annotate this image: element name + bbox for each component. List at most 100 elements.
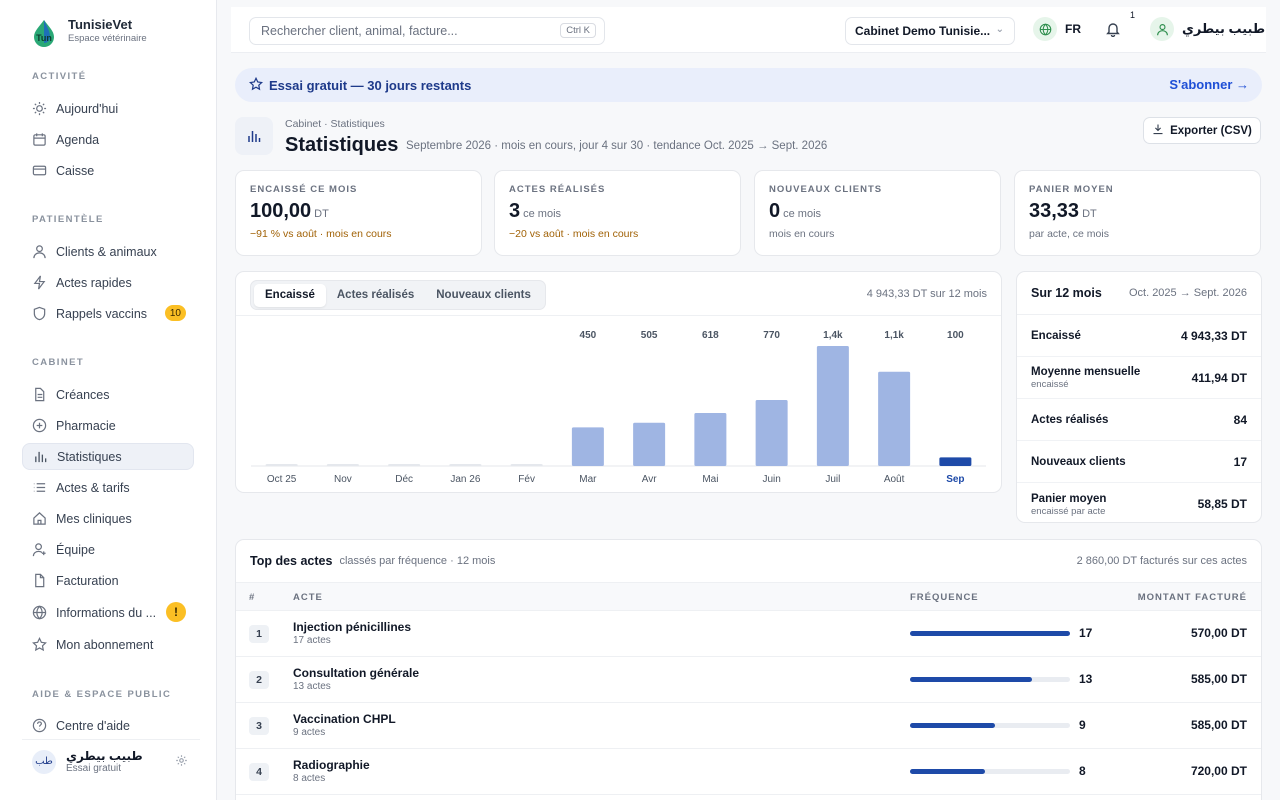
summary-range: Oct. 2025 → Sept. 2026 — [1128, 287, 1247, 299]
summary-value: 58,85 DT — [1197, 497, 1247, 511]
data-label-8: 770 — [763, 330, 780, 341]
x-tick-label-5: Mar — [579, 474, 597, 485]
gear-icon[interactable] — [175, 754, 188, 770]
frequency-fill — [910, 677, 1033, 682]
kpi-label: ACTES RÉALISÉS — [509, 184, 606, 195]
bar-7[interactable] — [694, 413, 727, 466]
frequency-fill — [910, 723, 995, 728]
sidebar-item-creances[interactable]: Créances — [22, 381, 194, 408]
frequency-bar — [910, 631, 1070, 636]
chevron-down-icon: ⌄ — [995, 24, 1004, 35]
bar-11[interactable] — [939, 457, 972, 466]
bar-3[interactable] — [449, 464, 482, 466]
clinic-select[interactable]: Cabinet Demo Tunisie... ⌄ — [845, 17, 1015, 45]
sidebar-item-label: Actes & tarifs — [56, 480, 130, 495]
table-row[interactable]: 1 Injection pénicillines 17 actes 17 570… — [236, 611, 1261, 657]
language-switch[interactable]: FR — [1033, 17, 1081, 41]
sidebar-item-actes-rapides[interactable]: Actes rapides — [22, 269, 194, 296]
sidebar-item-label: Créances — [56, 387, 110, 402]
act-count: 17 actes — [293, 635, 331, 646]
language-label: FR — [1065, 22, 1081, 36]
act-name: Radiographie — [293, 758, 370, 772]
frequency-bar — [910, 723, 1070, 728]
warning-badge: ! — [166, 602, 186, 622]
sidebar-item-equipe[interactable]: Équipe — [22, 536, 194, 563]
sidebar-item-aujourdhui[interactable]: Aujourd'hui — [22, 95, 194, 122]
sidebar-item-label: Statistiques — [57, 449, 122, 464]
export-csv-button[interactable]: Exporter (CSV) — [1143, 117, 1261, 144]
kpi-unit: ce mois — [783, 208, 822, 220]
data-label-7: 618 — [702, 330, 719, 341]
section-cabinet: CABINET — [32, 357, 85, 368]
bar-5[interactable] — [571, 427, 604, 466]
sidebar-item-facturation[interactable]: Facturation — [22, 567, 194, 594]
bar-chart: Oct 25 Nov Déc Jan 26 Fév 450 Mar 505 Avr 618 Mai 7… — [251, 330, 986, 485]
tab-actes-realises[interactable]: Actes réalisés — [326, 284, 425, 307]
sidebar-item-label: Caisse — [56, 163, 95, 178]
bar-9[interactable] — [816, 346, 849, 466]
kpi-unit: DT — [314, 208, 329, 220]
summary-row: Moyenne mensuelle encaissé 411,94 DT — [1017, 357, 1261, 399]
sidebar-user[interactable]: طب طبيب بيطري Essai gratuit — [22, 739, 200, 783]
subscribe-link[interactable]: S'abonner → — [1169, 77, 1249, 92]
bell-icon[interactable] — [1105, 21, 1121, 40]
list-icon — [30, 479, 48, 497]
row-rank: 1 — [249, 625, 269, 643]
summary-value: 4 943,33 DT — [1180, 328, 1247, 343]
chart-total: 4 943,33 DT sur 12 mois — [866, 288, 987, 300]
x-tick-label-9: Juil — [825, 474, 840, 485]
bar-8[interactable] — [755, 400, 788, 466]
home-icon — [30, 510, 48, 528]
summary-row: Panier moyen encaissé par acte 58,85 DT — [1017, 483, 1261, 525]
x-tick-label-4: Fév — [518, 474, 535, 485]
sidebar-item-actes-tarifs[interactable]: Actes & tarifs — [22, 474, 194, 501]
sidebar-item-clients[interactable]: Clients & animaux — [22, 238, 194, 265]
sidebar-item-rappels-vaccins[interactable]: Rappels vaccins 10 — [22, 300, 194, 327]
chart-tabs: Encaissé Actes réalisés Nouveaux clients — [250, 280, 546, 310]
sidebar-item-centre-aide[interactable]: Centre d'aide — [22, 712, 194, 739]
plus-circle-icon — [30, 417, 48, 435]
table-row[interactable]: 2 Consultation générale 13 actes 13 585,… — [236, 657, 1261, 703]
x-tick-label-11: Sep — [946, 474, 964, 485]
bar-10[interactable] — [878, 371, 911, 466]
bar-2[interactable] — [388, 464, 421, 466]
kpi-number: 33,33 — [1029, 200, 1080, 222]
column-act: ACTE — [293, 592, 323, 603]
summary-sublabel: encaissé — [1031, 379, 1069, 390]
page-title: Statistiques — [285, 134, 399, 156]
globe-icon — [1033, 17, 1057, 41]
bar-1[interactable] — [326, 464, 359, 466]
bar-4[interactable] — [510, 464, 543, 466]
row-rank: 4 — [249, 763, 269, 781]
sidebar-item-label: Mon abonnement — [56, 637, 154, 652]
bar-0[interactable] — [265, 464, 298, 466]
frequency-bar — [910, 677, 1070, 682]
top-acts-card: Top des actes classés par fréquence · 12… — [235, 539, 1262, 800]
user-plan: Essai gratuit — [66, 763, 122, 774]
tab-encaisse[interactable]: Encaissé — [254, 283, 326, 307]
bar-6[interactable] — [633, 422, 666, 466]
sidebar-item-caisse[interactable]: Caisse — [22, 157, 194, 184]
x-tick-label-8: Juin — [762, 474, 780, 485]
sidebar-item-abonnement[interactable]: Mon abonnement — [22, 631, 194, 658]
x-tick-label-7: Mai — [702, 474, 718, 485]
tab-nouveaux-clients[interactable]: Nouveaux clients — [425, 284, 542, 307]
frequency-value: 8 — [1079, 764, 1086, 778]
file-icon — [30, 572, 48, 590]
table-row[interactable]: 4 Radiographie 8 actes 8 720,00 DT — [236, 749, 1261, 795]
sidebar-item-pharmacie[interactable]: Pharmacie — [22, 412, 194, 439]
sidebar-item-agenda[interactable]: Agenda — [22, 126, 194, 153]
amount-value: 570,00 DT — [1190, 626, 1247, 640]
user-menu[interactable]: طبيب بيطري — [1150, 17, 1265, 41]
sidebar-item-informations[interactable]: Informations du ... ! — [22, 599, 194, 626]
kpi-note: −20 vs août · mois en cours — [509, 228, 639, 240]
summary-label: Encaissé — [1031, 329, 1081, 342]
table-row[interactable]: 3 Vaccination CHPL 9 actes 9 585,00 DT — [236, 703, 1261, 749]
download-icon — [1152, 123, 1164, 138]
sidebar-item-label: Rappels vaccins — [56, 306, 148, 321]
sidebar-item-statistiques[interactable]: Statistiques — [22, 443, 194, 470]
kpi-card-encaisse: ENCAISSÉ CE MOIS 100,00 DT −91 % vs août … — [235, 170, 482, 256]
sidebar-item-mes-cliniques[interactable]: Mes cliniques — [22, 505, 194, 532]
search-input[interactable]: Rechercher client, animal, facture... Ct… — [249, 17, 605, 45]
brand[interactable]: Tun TunisieVet Espace vétérinaire — [31, 17, 147, 47]
